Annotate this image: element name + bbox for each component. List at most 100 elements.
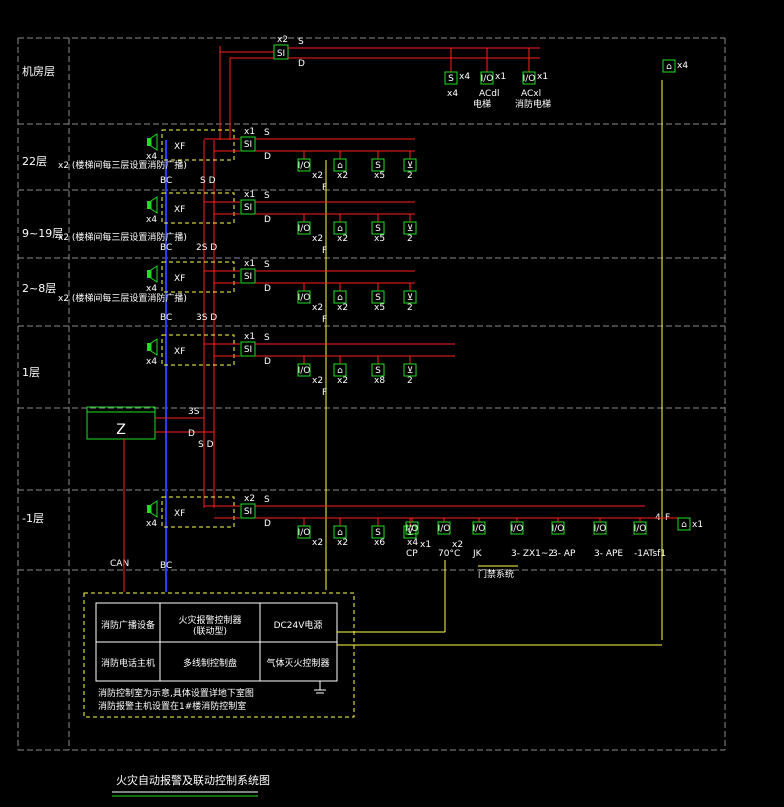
speaker-icon xyxy=(147,500,158,518)
right-device-glyph: ⌂ xyxy=(666,62,672,72)
bus-tags: 2S D xyxy=(196,243,217,253)
smoke-count: x5 xyxy=(374,303,385,313)
basement-device-count: x1 xyxy=(420,540,431,550)
z-tag: D xyxy=(188,429,195,439)
floor-device-glyph: S xyxy=(375,161,381,171)
bc-label: BC xyxy=(160,561,172,571)
floor-device-glyph: I/O xyxy=(298,293,311,303)
device-count: x1 xyxy=(537,72,548,82)
device-name: 消防电梯 xyxy=(515,98,551,110)
machine-room-device-glyph: I/O xyxy=(523,74,536,84)
basement-note: 门禁系统 xyxy=(478,568,514,580)
can-label: CAN xyxy=(110,559,129,569)
panel-cell: 消防广播设备 xyxy=(101,619,155,631)
device-count: x1 xyxy=(495,72,506,82)
right-device-count: x4 xyxy=(677,61,688,71)
floor-device-glyph: I/O xyxy=(298,224,311,234)
z-tag: S D xyxy=(198,440,214,450)
s-tag: S xyxy=(264,191,270,201)
basement-device-glyph: I/O xyxy=(473,524,486,534)
smoke-count: x8 xyxy=(374,376,385,386)
d-tag: D xyxy=(298,59,305,69)
floor-note: x2 (楼梯间每三层设置消防广播) xyxy=(58,159,187,171)
xf-label: XF xyxy=(174,205,185,215)
si-label: SI xyxy=(244,345,252,355)
basement-device-label: 3- AP xyxy=(552,549,576,559)
xf-label: XF xyxy=(174,509,185,519)
bc-label: BC xyxy=(160,176,172,186)
z-count: 2 xyxy=(407,303,413,313)
si-label: SI xyxy=(244,272,252,282)
xf-module-box xyxy=(161,496,235,528)
s-tag: S xyxy=(264,495,270,505)
s-tag: S xyxy=(264,260,270,270)
si-label: SI xyxy=(244,203,252,213)
si-count: x1 xyxy=(244,259,255,269)
machine-room-device-glyph: I/O xyxy=(481,74,494,84)
panel-note: 消防控制室为示意,具体设置详地下室图 xyxy=(98,687,254,699)
basement-device-glyph: I/O xyxy=(438,524,451,534)
xf-module-box xyxy=(161,192,235,224)
io-count: x2 xyxy=(312,234,323,244)
io-count: x2 xyxy=(312,171,323,181)
floor-label: 机房层 xyxy=(22,64,55,78)
io-count: x2 xyxy=(312,538,323,548)
speaker-cone xyxy=(150,338,158,356)
device-sub: ACdl xyxy=(479,89,500,99)
speaker-cone xyxy=(150,196,158,214)
basement-device-label: 3- ZX1~2 xyxy=(511,549,554,559)
floor-note: x2 (楼梯间每三层设置消防广播) xyxy=(58,231,187,243)
z-count: 2 xyxy=(407,171,413,181)
floor-label: -1层 xyxy=(22,512,44,525)
si-count: x2 xyxy=(244,494,255,504)
floor-device-glyph: I/O xyxy=(298,161,311,171)
d-tag: D xyxy=(264,284,271,294)
mod-count: x2 xyxy=(337,171,348,181)
device-count: x4 xyxy=(459,72,470,82)
xf-label: XF xyxy=(174,347,185,357)
floor-device-glyph: S xyxy=(375,366,381,376)
basement-device-glyph: I/O xyxy=(594,524,607,534)
speaker-count: x4 xyxy=(146,357,157,367)
speaker-body xyxy=(147,138,151,146)
xf-module-box xyxy=(161,334,235,366)
basement-device-label: -1ATsf1 xyxy=(634,549,666,559)
xf-module-box xyxy=(161,261,235,293)
speaker-icon xyxy=(147,265,158,283)
si-label: SI xyxy=(277,49,285,59)
panel-cell: 消防电话主机 xyxy=(101,657,155,669)
smoke-count: x6 xyxy=(374,538,385,548)
f-tag: F xyxy=(322,315,327,325)
si-count: x1 xyxy=(244,127,255,137)
d-tag: D xyxy=(264,519,271,529)
floor-device-glyph: ⌂ xyxy=(337,366,343,376)
floor-label: 22层 xyxy=(22,155,47,168)
floor-label: 2~8层 xyxy=(22,282,56,295)
xf-label: XF xyxy=(174,142,185,152)
device-name: 电梯 xyxy=(473,98,491,110)
floor-device-glyph: ⊻ xyxy=(407,224,414,234)
basement-device-label: 70°C xyxy=(438,549,460,559)
bc-label: BC xyxy=(160,313,172,323)
floor-label: 1层 xyxy=(22,366,40,379)
mod-count: x2 xyxy=(337,538,348,548)
device-sub: ACxl xyxy=(521,89,541,99)
floor-device-glyph: ⊻ xyxy=(407,161,414,171)
panel-cell: 火灾报警控制器 xyxy=(178,614,241,626)
fire-alarm-system-diagram: 机房层22层9~19层2~8层1层-1层SIx2 SDS x4x4I/O x1ACdl… xyxy=(17,35,726,797)
basement-device-label: 3- APE xyxy=(594,549,623,559)
s-tag: S xyxy=(264,333,270,343)
panel-cell: 多线制控制盘 xyxy=(183,657,237,669)
z-count: 2 xyxy=(407,234,413,244)
io-count: x2 xyxy=(312,303,323,313)
d-tag: D xyxy=(264,357,271,367)
floor-device-glyph: ⊻ xyxy=(407,366,414,376)
floor-device-glyph: S xyxy=(375,293,381,303)
drawing-title: 火灾自动报警及联动控制系统图 xyxy=(116,773,270,787)
speaker-body xyxy=(147,201,151,209)
io-count: x2 xyxy=(312,376,323,386)
si-count: x1 xyxy=(244,332,255,342)
mod-count: x2 xyxy=(337,303,348,313)
speaker-cone xyxy=(150,500,158,518)
speaker-cone xyxy=(150,265,158,283)
